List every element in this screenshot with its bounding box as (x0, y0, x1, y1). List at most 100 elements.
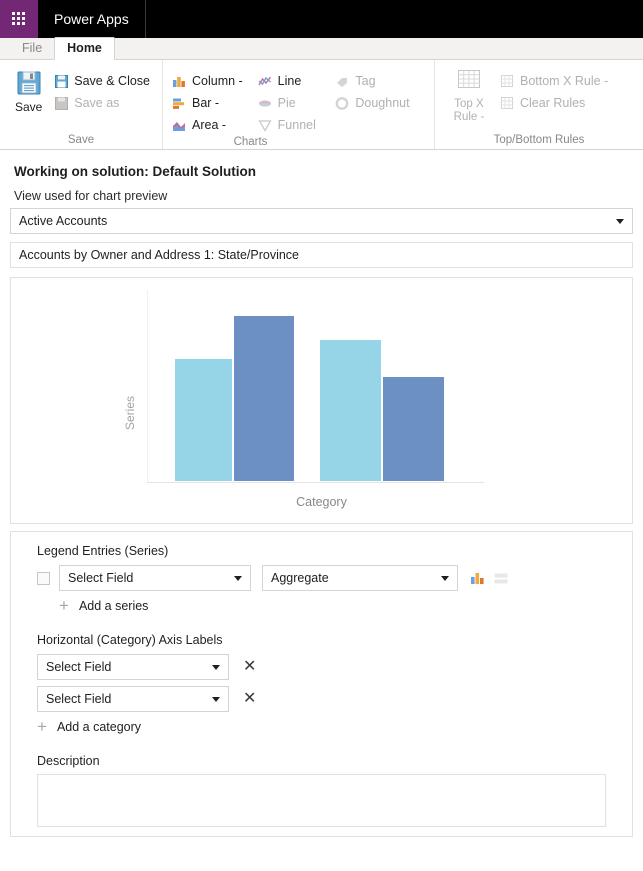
plus-icon: + (59, 596, 69, 615)
chart-type-doughnut-label: Doughnut (355, 96, 410, 110)
chart-type-pie-label: Pie (277, 96, 296, 110)
area-chart-icon (171, 117, 187, 133)
series-aggregate-value: Aggregate (271, 571, 329, 585)
floppy-disk-icon (53, 73, 69, 89)
category-field-value-2: Select Field (46, 692, 112, 706)
series-secondary-axis-button[interactable] (492, 569, 510, 587)
series-aggregate-select[interactable]: Aggregate (262, 565, 458, 591)
grid-table-icon (494, 573, 508, 583)
chart-y-axis-line (147, 290, 148, 483)
chart-preview: Series Category (11, 278, 632, 523)
chart-bar-s1-c1 (175, 359, 232, 481)
series-field-select[interactable]: Select Field (59, 565, 251, 591)
category-field-select-1[interactable]: Select Field (37, 654, 229, 680)
series-row: Select Field Aggregate (37, 565, 606, 591)
ribbon-group-rules-label: Top/Bottom Rules (493, 134, 585, 146)
top-x-rule-label: Top X Rule - (453, 98, 485, 123)
clear-rules-button[interactable]: Clear Rules (497, 92, 614, 114)
chart-preview-card: Series Category (10, 277, 633, 524)
chart-type-area-label: Area - (192, 118, 227, 132)
ribbon: Save Save & Close Save as Save Column - … (0, 60, 643, 150)
series-chart-type-button[interactable] (468, 569, 486, 587)
chart-x-axis-line (147, 482, 484, 483)
doughnut-chart-icon (334, 95, 350, 111)
view-field-label: View used for chart preview (14, 189, 168, 203)
app-brand-title[interactable]: Power Apps (38, 0, 146, 38)
solution-title: Working on solution: Default Solution (14, 164, 256, 179)
save-as-button[interactable]: Save as (51, 92, 156, 114)
plus-icon: + (37, 717, 47, 736)
save-button[interactable]: Save (6, 65, 51, 114)
grid-table-icon (499, 73, 515, 89)
chart-properties-card: Legend Entries (Series) Select Field Agg… (10, 531, 633, 837)
line-chart-icon (257, 73, 273, 89)
work-area: Working on solution: Default Solution Vi… (0, 150, 643, 837)
chart-bar-s1-c2 (320, 340, 381, 481)
chevron-down-icon (616, 218, 624, 224)
add-category-label: Add a category (56, 720, 142, 734)
bottom-x-rule-label: Bottom X Rule - (520, 74, 609, 88)
category-row-1: Select Field ✕ (37, 654, 606, 680)
ribbon-group-top-bottom-rules: Top X Rule - Bottom X Rule - Clear Rules… (434, 60, 643, 149)
add-series-button[interactable]: + Add a series (37, 591, 606, 615)
bottom-x-rule-button[interactable]: Bottom X Rule - (497, 70, 614, 92)
floppy-disk-icon (53, 95, 69, 111)
description-textarea[interactable] (37, 774, 606, 827)
top-x-rule-button[interactable]: Top X Rule - (441, 65, 497, 124)
save-as-label: Save as (74, 96, 120, 110)
chart-type-funnel-button[interactable]: Funnel (255, 114, 333, 136)
chart-type-line-button[interactable]: Line (255, 70, 333, 92)
category-row-2: Select Field ✕ (37, 686, 606, 712)
chart-type-funnel-label: Funnel (277, 118, 316, 132)
tab-home[interactable]: Home (54, 37, 115, 60)
floppy-disk-icon (17, 71, 41, 95)
category-field-select-2[interactable]: Select Field (37, 686, 229, 712)
chart-type-area-button[interactable]: Area - (169, 114, 255, 136)
grid-table-icon (499, 95, 515, 111)
series-row-checkbox[interactable] (37, 571, 50, 585)
chart-type-tag-button[interactable]: Tag (332, 70, 428, 92)
tag-icon (334, 73, 350, 89)
pie-chart-icon (257, 95, 273, 111)
chart-name-input[interactable]: Accounts by Owner and Address 1: State/P… (10, 242, 633, 268)
add-category-button[interactable]: + Add a category (37, 712, 606, 736)
chart-name-value: Accounts by Owner and Address 1: State/P… (19, 248, 300, 262)
grid-table-icon (458, 70, 480, 88)
view-select-value: Active Accounts (19, 214, 108, 228)
app-bar: Power Apps (0, 0, 643, 38)
category-axis-section-title: Horizontal (Category) Axis Labels (37, 633, 223, 647)
chart-type-doughnut-button[interactable]: Doughnut (332, 92, 428, 114)
column-chart-icon (171, 73, 187, 89)
view-select[interactable]: Active Accounts (10, 208, 633, 234)
column-chart-icon (470, 573, 484, 584)
description-label: Description (37, 754, 100, 768)
chevron-down-icon (212, 664, 220, 670)
category-field-value-1: Select Field (46, 660, 112, 674)
chart-type-column-label: Column - (192, 74, 243, 88)
add-series-label: Add a series (78, 599, 149, 613)
remove-category-button-1[interactable]: ✕ (243, 659, 256, 675)
chart-bar-s2-c1 (234, 316, 294, 481)
series-field-value: Select Field (68, 571, 134, 585)
chart-x-axis-title: Category (296, 495, 347, 509)
remove-category-button-2[interactable]: ✕ (243, 691, 256, 707)
tab-file[interactable]: File (10, 38, 54, 59)
chevron-down-icon (441, 575, 449, 581)
chart-type-tag-label: Tag (355, 74, 376, 88)
chart-type-pie-button[interactable]: Pie (255, 92, 333, 114)
chevron-down-icon (212, 696, 220, 702)
ribbon-tabstrip: File Home (0, 37, 643, 60)
save-and-close-label: Save & Close (74, 74, 150, 88)
save-button-label: Save (14, 100, 43, 114)
chart-bar-s2-c2 (383, 377, 444, 481)
save-and-close-button[interactable]: Save & Close (51, 70, 156, 92)
chart-type-bar-button[interactable]: Bar - (169, 92, 255, 114)
ribbon-group-charts-label: Charts (233, 136, 268, 148)
legend-entries-section-title: Legend Entries (Series) (37, 544, 169, 558)
bar-chart-icon (171, 95, 187, 111)
waffle-grid-icon[interactable] (0, 0, 38, 38)
chart-type-column-button[interactable]: Column - (169, 70, 255, 92)
clear-rules-label: Clear Rules (520, 96, 586, 110)
